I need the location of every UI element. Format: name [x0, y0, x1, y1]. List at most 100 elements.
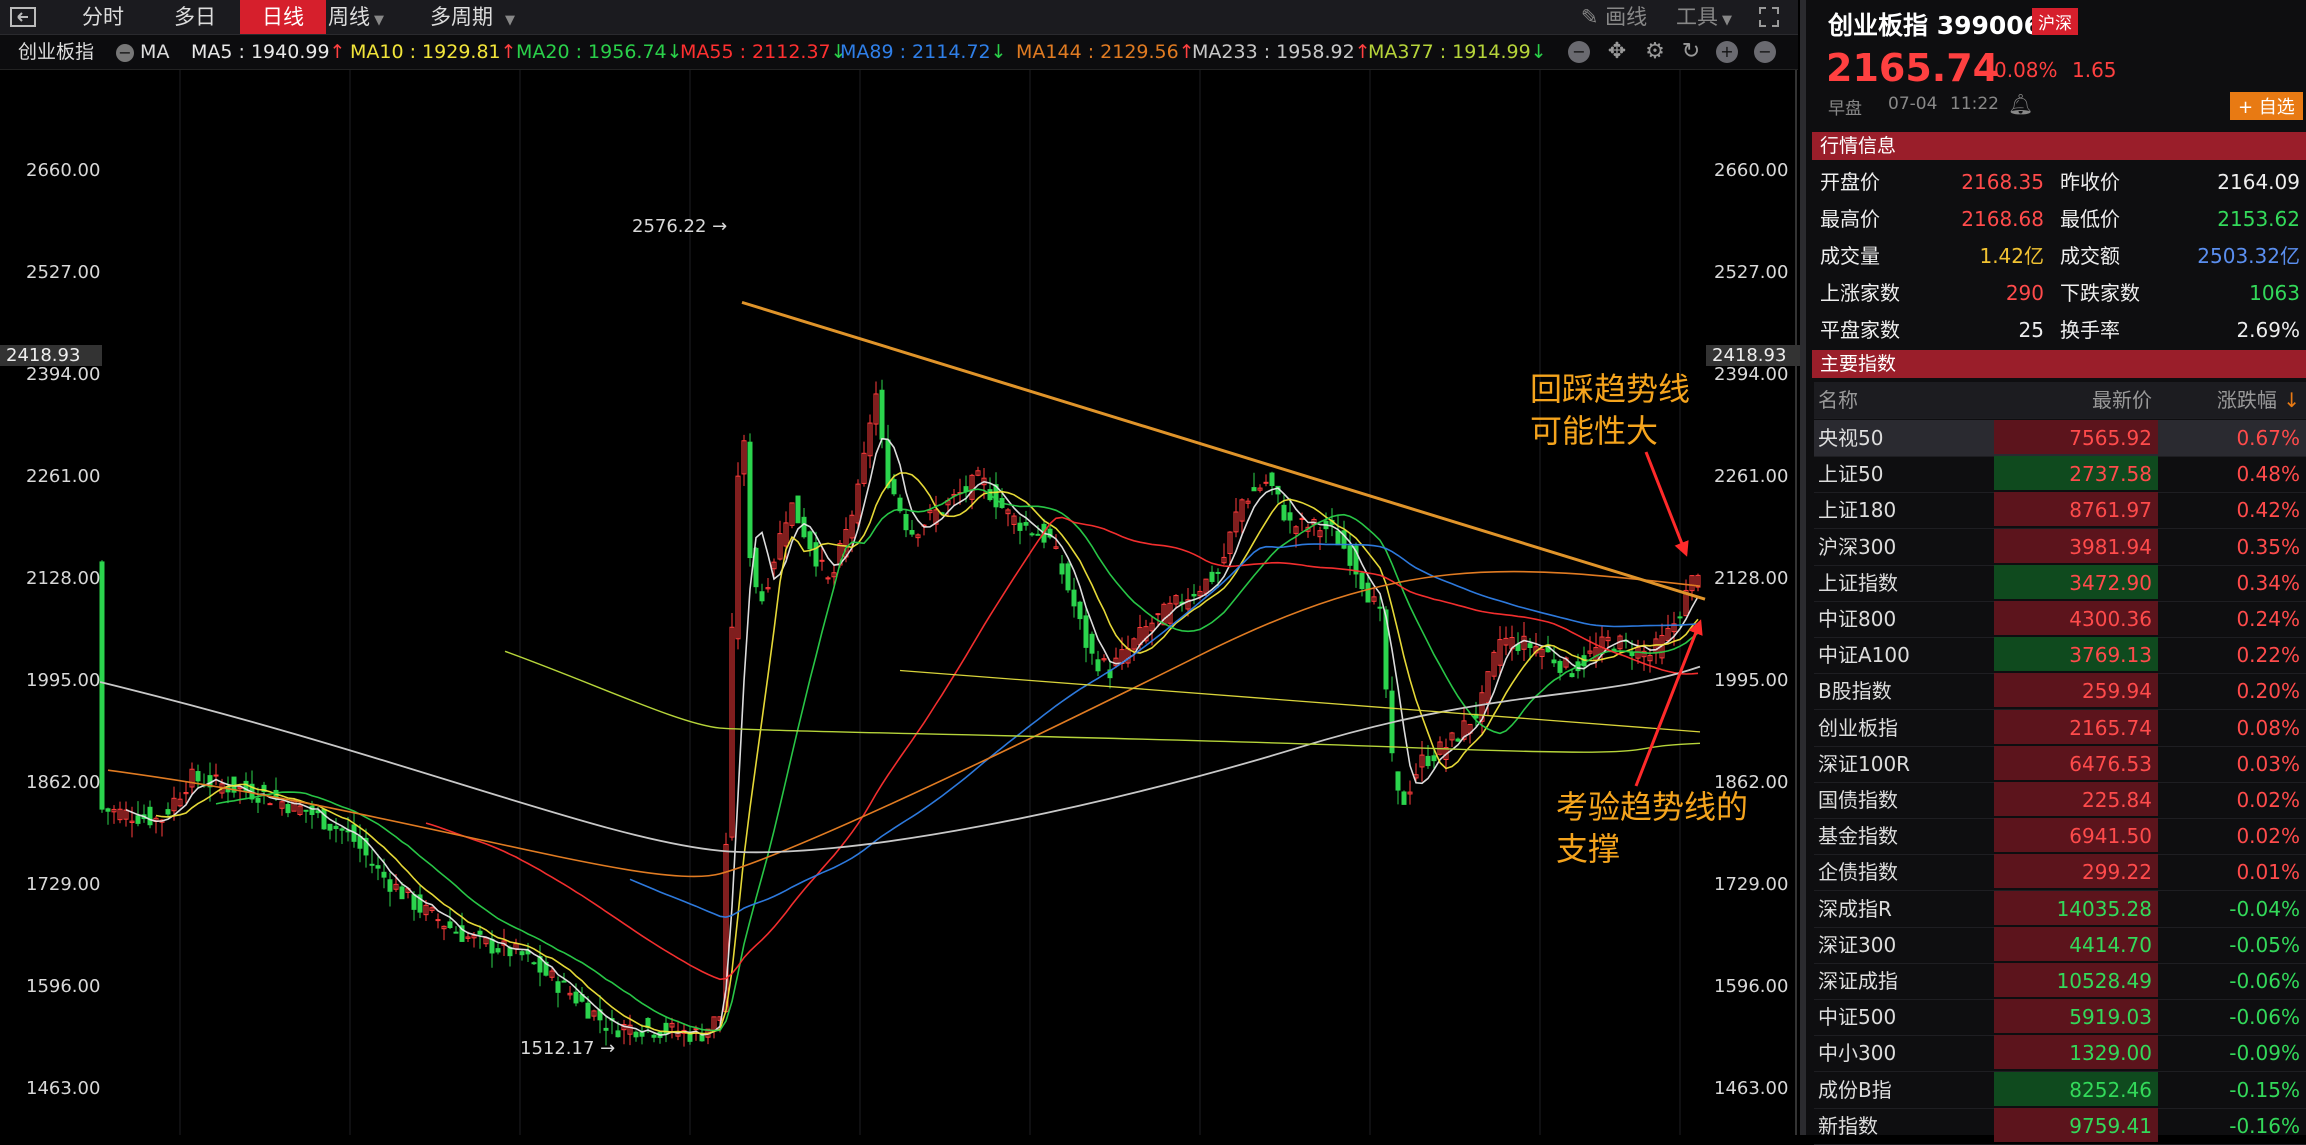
index-row[interactable]: 深证100R 6476.53 0.03% — [1814, 745, 2306, 783]
add-circle-icon[interactable]: + — [1716, 41, 1738, 63]
candle-down — [561, 980, 567, 983]
candle-down — [105, 808, 111, 812]
candle-down — [615, 1030, 621, 1038]
arrow-up-icon: ↑ — [500, 41, 517, 63]
index-row[interactable]: 新指数 9759.41 -0.16% — [1814, 1107, 2306, 1145]
index-row[interactable]: 中小300 1329.00 -0.09% — [1814, 1035, 2306, 1073]
tab-multi-day[interactable]: 多日 — [152, 0, 238, 34]
chevron-down-icon: ▼ — [1722, 13, 1732, 28]
kline-chart[interactable]: 2660.00 2527.00 2394.00 2261.00 2128.00 1995.… — [0, 70, 1802, 1135]
gear-icon[interactable]: ⚙ — [1644, 41, 1666, 63]
candle-down — [903, 514, 909, 531]
index-price: 3472.90 — [1994, 564, 2158, 599]
candle-down — [1071, 589, 1077, 607]
fullscreen-icon[interactable] — [1752, 0, 1786, 34]
move-icon[interactable]: ✥ — [1606, 41, 1628, 63]
index-row[interactable]: 深证成指 10528.49 -0.06% — [1814, 963, 2306, 1000]
high-price-value: 2576.22 — [632, 216, 707, 237]
index-change-pct: 0.42% — [2236, 498, 2300, 523]
index-row[interactable]: 深证300 4414.70 -0.05% — [1814, 926, 2306, 964]
candle-down — [1251, 487, 1257, 492]
index-row[interactable]: 深成指R 14035.28 -0.04% — [1814, 890, 2306, 928]
candle-down — [651, 1034, 657, 1038]
ma-item: MA55 : 2112.37↓ — [680, 35, 847, 69]
quote-label: 开盘价 — [1820, 170, 1880, 194]
tools-button[interactable]: 工具 ▼ — [1668, 0, 1740, 34]
candle-down — [1095, 659, 1101, 672]
index-row[interactable]: 央视50 7565.92 0.67% — [1814, 420, 2306, 457]
index-price: 6941.50 — [1994, 818, 2158, 853]
candle-down — [477, 930, 483, 935]
candle-down — [333, 825, 339, 830]
candle-down — [1269, 472, 1275, 487]
index-name: 国债指数 — [1818, 788, 1898, 812]
tab-daily[interactable]: 日线 — [240, 0, 326, 34]
col-name[interactable]: 名称 — [1818, 382, 1858, 418]
sidebar-toggle-icon[interactable] — [0, 0, 46, 34]
index-row[interactable]: 上证指数 3472.90 0.34% — [1814, 564, 2306, 602]
y-tick-right: 2527.00 — [1714, 262, 1789, 283]
draw-line-button[interactable]: ✎ 画线 — [1572, 0, 1656, 34]
index-change-pct: 0.48% — [2236, 462, 2300, 487]
candle-down — [303, 809, 309, 812]
col-price[interactable]: 最新价 — [1994, 382, 2158, 416]
col-change[interactable]: 涨跌幅 ↓ — [2162, 382, 2306, 416]
index-price: 2737.58 — [1994, 456, 2158, 491]
index-change-pct: 0.01% — [2236, 860, 2300, 885]
index-name: 深证300 — [1818, 932, 1897, 957]
candle-down — [573, 991, 579, 1004]
ma-toggle[interactable]: − MA — [116, 35, 169, 69]
remove-circle-icon[interactable]: − — [1754, 41, 1776, 63]
quote-label: 下跌家数 — [2060, 281, 2140, 305]
index-row[interactable]: 企债指数 299.22 0.01% — [1814, 854, 2306, 892]
quote-panel: 创业板指 399006 沪深 2165.74 0.08% 1.65 早盘 07-… — [1800, 0, 2306, 1145]
arrow-down-icon: ↓ — [990, 41, 1007, 63]
annotation-support-line1: 考验趋势线的 — [1556, 788, 1749, 826]
index-row[interactable]: 中证500 5919.03 -0.06% — [1814, 999, 2306, 1037]
tools-label: 工具 — [1676, 5, 1718, 29]
kline-chart-canvas[interactable] — [0, 70, 1798, 1135]
tab-weekly[interactable]: 周线 ▼ — [328, 0, 414, 34]
index-row[interactable]: 创业板指 2165.74 0.08% — [1814, 709, 2306, 747]
candle-down — [663, 1022, 669, 1035]
index-row[interactable]: 上证50 2737.58 0.48% — [1814, 456, 2306, 494]
index-price: 7565.92 — [1994, 420, 2158, 454]
index-row[interactable]: B股指数 259.94 0.20% — [1814, 673, 2306, 711]
index-row[interactable]: 中证A100 3769.13 0.22% — [1814, 637, 2306, 675]
index-row[interactable]: 中证800 4300.36 0.24% — [1814, 601, 2306, 638]
y-tick-right: 1596.00 — [1714, 976, 1789, 997]
add-watchlist-button[interactable]: + 自选 — [2230, 92, 2303, 120]
quote-section-header: 行情信息 — [1812, 132, 2306, 160]
index-change-pct: -0.06% — [2229, 969, 2300, 993]
index-name: 深证100R — [1818, 751, 1911, 776]
index-row[interactable]: 成份B指 8252.46 -0.15% — [1814, 1071, 2306, 1109]
index-price: 10528.49 — [1994, 963, 2158, 997]
chevron-down-icon: ▼ — [505, 13, 515, 28]
candle-down — [1191, 593, 1197, 597]
index-row[interactable]: 沪深300 3981.94 0.35% — [1814, 528, 2306, 566]
candle-down — [795, 495, 801, 524]
tab-intraday[interactable]: 分时 — [60, 0, 146, 34]
tab-multi-period[interactable]: 多周期 ▼ — [430, 0, 540, 34]
zoom-out-icon[interactable]: − — [1568, 41, 1590, 63]
index-change-pct: 0.67% — [2162, 420, 2306, 454]
current-price: 2165.74 — [1826, 46, 2000, 90]
index-row[interactable]: 基金指数 6941.50 0.02% — [1814, 818, 2306, 856]
candle-down — [147, 806, 153, 826]
quote-value: 1063 — [2249, 281, 2300, 305]
candle-down — [519, 951, 525, 956]
refresh-icon[interactable]: ↻ — [1680, 41, 1702, 63]
ma-line — [155, 472, 1699, 1035]
candle-down — [447, 921, 453, 929]
arrow-up-icon: ↑ — [329, 41, 346, 63]
candle-down — [1425, 755, 1431, 767]
index-name: 央视50 — [1818, 426, 1884, 450]
index-row[interactable]: 上证180 8761.97 0.42% — [1814, 492, 2306, 530]
index-price: 9759.41 — [1994, 1107, 2158, 1142]
quote-value: 2168.68 — [1961, 207, 2044, 231]
index-section-header: 主要指数 — [1812, 350, 2306, 378]
bell-icon[interactable]: 🔔︎ — [2008, 92, 2033, 116]
candle-down — [1029, 533, 1035, 536]
index-row[interactable]: 国债指数 225.84 0.02% — [1814, 782, 2306, 819]
index-change-pct: -0.09% — [2229, 1041, 2300, 1066]
